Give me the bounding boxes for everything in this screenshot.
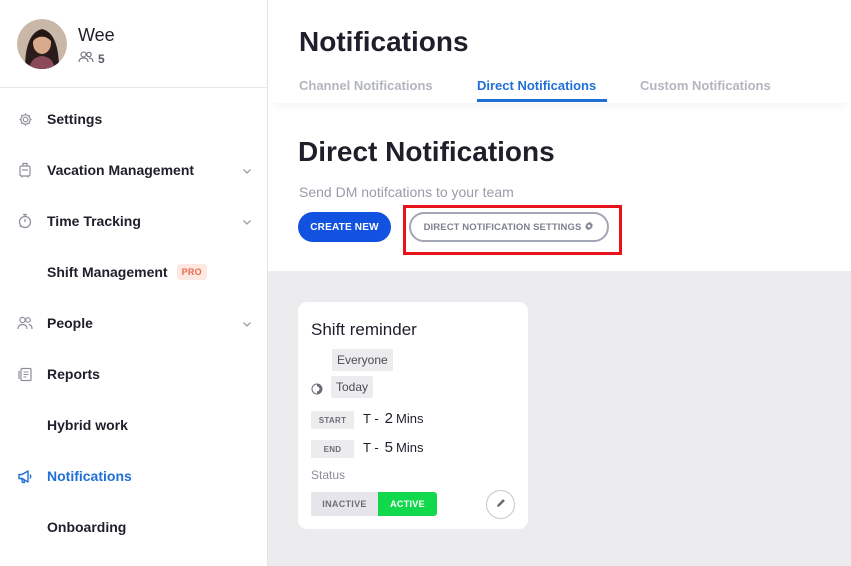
gear-icon (584, 221, 594, 234)
sidebar-item-label: Settings (47, 111, 103, 127)
tab-channel-notifications[interactable]: Channel Notifications (299, 78, 433, 93)
sidebar-item-label: Hybrid work (47, 417, 128, 433)
sidebar-item-label: Reports (47, 366, 100, 382)
active-tab-indicator (477, 99, 607, 102)
tab-custom-notifications[interactable]: Custom Notifications (640, 78, 771, 93)
end-unit: Mins (396, 440, 424, 455)
create-new-button[interactable]: CREATE NEW (298, 212, 391, 242)
reports-icon (17, 366, 33, 382)
pro-badge: PRO (176, 264, 207, 280)
start-time: T - 2 Mins (363, 410, 423, 427)
audience-chip: Everyone (332, 349, 393, 371)
member-count-value: 5 (98, 51, 105, 66)
people-icon (17, 315, 33, 331)
sidebar-item-notifications[interactable]: Notifications (0, 456, 267, 496)
sidebar-item-label: Shift Management (47, 264, 168, 280)
start-unit: Mins (396, 411, 424, 426)
end-time: T - 5 Mins (363, 439, 423, 456)
active-option[interactable]: ACTIVE (378, 492, 437, 516)
sidebar-item-label: Vacation Management (47, 162, 195, 178)
stopwatch-icon (17, 213, 33, 229)
edit-button[interactable] (486, 490, 515, 519)
status-label: Status (311, 468, 346, 482)
sidebar-item-onboarding[interactable]: Onboarding (0, 507, 267, 547)
people-icon (78, 51, 94, 66)
section-subtitle: Send DM notifcations to your team (299, 184, 514, 200)
end-value: 5 (384, 439, 393, 456)
start-prefix: T - (363, 411, 379, 426)
sidebar-item-people[interactable]: People (0, 303, 267, 343)
end-prefix: T - (363, 440, 379, 455)
megaphone-icon (17, 468, 33, 484)
sidebar-item-shift-management[interactable]: Shift Management PRO (0, 252, 267, 292)
sidebar-item-time-tracking[interactable]: Time Tracking (0, 201, 267, 241)
settings-button-label: DIRECT NOTIFICATION SETTINGS (423, 221, 582, 233)
chevron-down-icon (241, 164, 253, 176)
status-toggle[interactable]: INACTIVE ACTIVE (311, 492, 437, 516)
sidebar-item-label: Onboarding (47, 519, 127, 535)
section-title: Direct Notifications (298, 136, 555, 167)
sidebar: Wee 5 Settings Vacation Management Time … (0, 0, 268, 566)
card-title: Shift reminder (311, 320, 417, 339)
luggage-icon (17, 162, 33, 178)
sidebar-item-label: People (47, 315, 93, 331)
sidebar-item-reports[interactable]: Reports (0, 354, 267, 394)
clock-icon (311, 382, 323, 395)
notification-card[interactable]: Shift reminder Everyone Today START T - … (298, 302, 528, 529)
sidebar-item-hybrid-work[interactable]: Hybrid work (0, 405, 267, 445)
member-count: 5 (78, 51, 105, 66)
tab-direct-notifications[interactable]: Direct Notifications (477, 78, 596, 93)
sidebar-item-label: Notifications (47, 468, 132, 484)
avatar[interactable] (17, 19, 67, 69)
gear-icon (17, 111, 33, 127)
end-label: END (311, 440, 354, 458)
sidebar-item-settings[interactable]: Settings (0, 99, 267, 139)
sidebar-item-vacation-management[interactable]: Vacation Management (0, 150, 267, 190)
chevron-down-icon (241, 317, 253, 329)
start-value: 2 (384, 410, 393, 427)
user-profile[interactable]: Wee 5 (0, 0, 267, 88)
pencil-icon (495, 497, 507, 512)
user-name: Wee (78, 25, 115, 45)
sidebar-item-label-wrap: Shift Management PRO (47, 264, 207, 280)
chevron-down-icon (241, 215, 253, 227)
sidebar-item-label: Time Tracking (47, 213, 141, 229)
inactive-option[interactable]: INACTIVE (311, 492, 378, 516)
day-chip: Today (331, 376, 374, 398)
start-label: START (311, 411, 354, 429)
page-header: Notifications Channel Notifications Dire… (268, 0, 851, 103)
page-title: Notifications (299, 26, 469, 57)
direct-notification-settings-button[interactable]: DIRECT NOTIFICATION SETTINGS (409, 212, 609, 242)
